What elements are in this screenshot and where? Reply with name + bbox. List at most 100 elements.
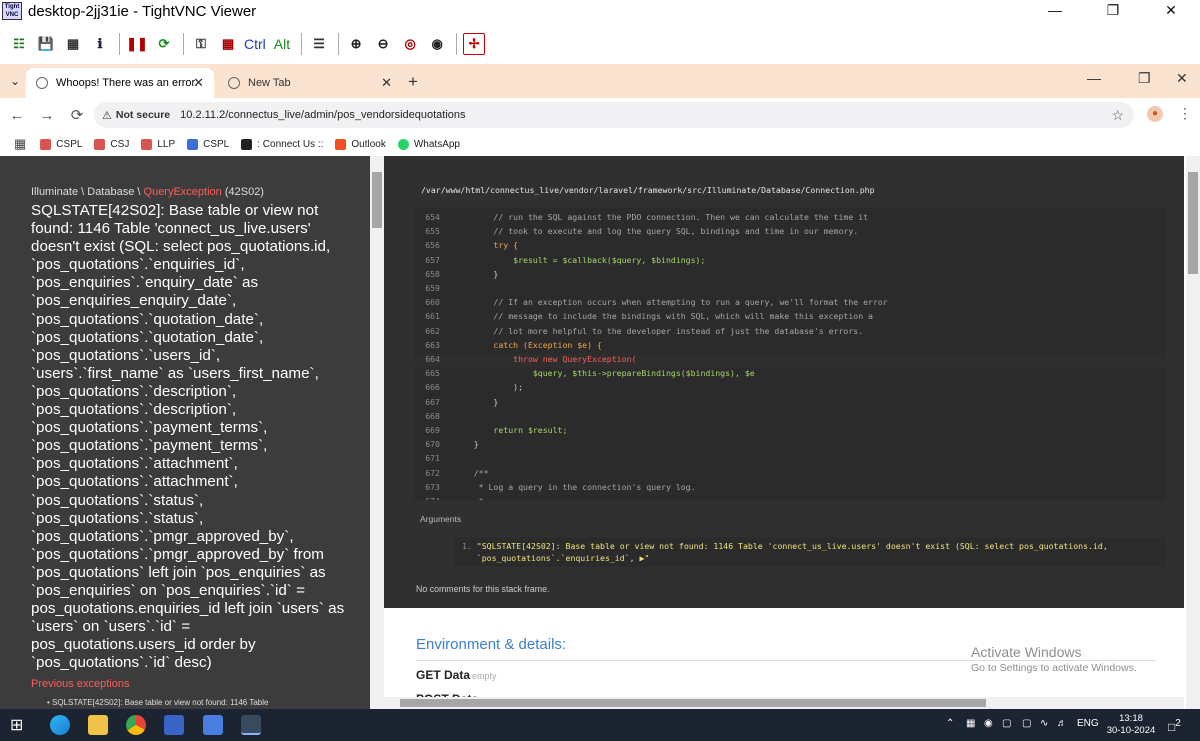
pause-icon[interactable]: ❚❚ <box>126 33 148 55</box>
no-comments-text: No comments for this stack frame. <box>416 584 550 594</box>
store-icon[interactable] <box>164 715 184 735</box>
line-number: 659 <box>425 283 440 293</box>
chrome-icon[interactable] <box>126 715 146 735</box>
options-icon[interactable]: ▦ <box>62 33 84 55</box>
arguments-label: Arguments <box>420 514 462 524</box>
code-text: } <box>454 439 479 450</box>
right-scrollbar[interactable] <box>1186 156 1200 709</box>
zoom-out-icon[interactable]: ⊖ <box>372 33 394 55</box>
browser-minimize-button[interactable]: — <box>1087 70 1101 86</box>
profile-avatar-icon[interactable]: ● <box>1147 106 1163 122</box>
close-tab-icon[interactable]: ✕ <box>381 75 392 91</box>
code-line: 669 return $result; <box>414 425 1166 439</box>
wifi-icon[interactable]: ∿ <box>1040 718 1048 729</box>
code-line: 666 ); <box>414 382 1166 396</box>
line-number: 662 <box>425 325 440 336</box>
code-line: 660 // If an exception occurs when attem… <box>414 297 1166 311</box>
address-bar-row: ← → ⟳ ⚠ Not secure 10.2.11.2/connectus_l… <box>0 98 1200 132</box>
code-text: // run the SQL against the PDO connectio… <box>454 212 869 222</box>
line-number: 670 <box>425 439 440 450</box>
notifications-icon[interactable]: □2 <box>1168 718 1181 734</box>
tray-app-icon[interactable]: ▢ <box>1002 718 1011 729</box>
windows-start-icon[interactable]: ⊞ <box>10 715 30 735</box>
file-explorer-icon[interactable] <box>88 715 108 735</box>
zoom-fit-icon[interactable]: ◉ <box>426 33 448 55</box>
menu-kebab-icon[interactable]: ⋮ <box>1178 105 1192 122</box>
url-text[interactable]: 10.2.11.2/connectus_live/admin/pos_vendo… <box>180 109 465 121</box>
refresh-icon[interactable]: ⟳ <box>153 33 175 55</box>
language-indicator[interactable]: ENG <box>1077 718 1099 729</box>
browser-close-button[interactable]: ✕ <box>1176 70 1188 87</box>
new-connection-icon[interactable]: ☷ <box>8 33 30 55</box>
tray-app-icon[interactable]: ◉ <box>984 718 993 729</box>
code-line: 661 // message to include the bindings w… <box>414 311 1166 325</box>
code-text: * Log a query in the connection's query … <box>454 481 696 492</box>
bookmark-favicon-icon <box>94 138 106 150</box>
bookmark-item[interactable]: : Connect Us :: <box>241 138 323 150</box>
code-block: 654 // run the SQL against the PDO conne… <box>414 208 1166 500</box>
code-text: // message to include the bindings with … <box>454 311 873 322</box>
chrome-active-icon[interactable] <box>241 715 261 735</box>
back-icon[interactable]: ← <box>4 107 30 124</box>
horizontal-scrollbar[interactable] <box>384 697 1184 709</box>
reload-icon[interactable]: ⟳ <box>64 106 90 124</box>
exception-class: QueryException <box>143 186 222 198</box>
tab-label: Whoops! There was an error. <box>56 77 198 89</box>
line-number: 667 <box>425 396 440 407</box>
new-tab-button[interactable]: + <box>408 72 418 92</box>
info-icon[interactable]: ℹ <box>89 33 111 55</box>
tab-error[interactable]: Whoops! There was an error. ✕ <box>26 68 214 98</box>
bookmark-item[interactable]: Outlook <box>335 138 386 150</box>
ctrl-key-button[interactable]: Ctrl <box>244 36 266 52</box>
bookmark-item[interactable]: WhatsApp <box>397 138 460 150</box>
forward-icon[interactable]: → <box>34 107 60 124</box>
code-text: $query, $this->prepareBindings($bindings… <box>454 368 755 379</box>
save-icon[interactable]: 💾 <box>35 33 57 55</box>
alt-key-button[interactable]: Alt <box>274 36 290 52</box>
code-line: 665 $query, $this->prepareBindings($bind… <box>414 368 1166 382</box>
edge-icon[interactable] <box>50 715 70 735</box>
code-text: // If an exception occurs when attemptin… <box>454 297 888 308</box>
bookmark-item[interactable]: LLP <box>141 138 175 150</box>
network-icon[interactable]: ▢ <box>1022 718 1031 729</box>
clipboard-icon[interactable]: ☰ <box>308 33 330 55</box>
previous-exceptions-link[interactable]: Previous exceptions <box>31 678 370 690</box>
line-number: 665 <box>425 368 440 379</box>
omnibox[interactable]: ⚠ Not secure 10.2.11.2/connectus_live/ad… <box>94 102 1134 128</box>
taskbar-clock[interactable]: 13:18 30-10-2024 <box>1106 713 1156 737</box>
line-number: 660 <box>425 297 440 308</box>
tab-search-chevron-icon[interactable]: ⌄ <box>10 74 20 88</box>
previous-exception-item[interactable]: • SQLSTATE[42S02]: Base table or view no… <box>47 698 370 707</box>
zoom-in-icon[interactable]: ⊕ <box>345 33 367 55</box>
minimize-button[interactable]: — <box>1026 0 1084 22</box>
code-text: * <box>454 496 484 500</box>
code-text: return $result; <box>454 425 568 435</box>
close-tab-icon[interactable]: ✕ <box>193 75 204 91</box>
maximize-button[interactable]: ❐ <box>1084 0 1142 22</box>
not-secure-badge[interactable]: Not secure <box>116 109 170 121</box>
code-panel: /var/www/html/connectus_live/vendor/lara… <box>384 156 1184 608</box>
bookmark-item[interactable]: CSPL <box>40 138 82 150</box>
zoom-100-icon[interactable]: ◎ <box>399 33 421 55</box>
ctrl-alt-del-icon[interactable]: ▦ <box>217 33 239 55</box>
tightvnc-tray-icon[interactable]: ▦ <box>966 718 975 729</box>
apps-grid-icon[interactable]: ▦ <box>14 136 26 152</box>
bookmark-item[interactable]: CSJ <box>94 138 129 150</box>
tab-new-tab[interactable]: New Tab ✕ <box>218 68 402 98</box>
bookmark-star-icon[interactable]: ☆ <box>1111 107 1124 124</box>
fullscreen-icon[interactable]: ✢ <box>463 33 486 55</box>
argument-expand-toggle[interactable]: `pos_quotations`.`enquiries_id`, ▶" <box>472 553 650 563</box>
bookmark-favicon-icon <box>40 138 52 150</box>
left-scrollbar[interactable] <box>370 156 384 709</box>
keys-icon[interactable]: ⚿ <box>190 33 212 55</box>
code-line: 662 // lot more helpful to the developer… <box>414 326 1166 340</box>
code-line: 671 <box>414 453 1166 467</box>
line-number: 655 <box>425 226 440 237</box>
close-window-button[interactable]: ✕ <box>1142 0 1200 22</box>
line-number: 664 <box>425 354 440 364</box>
mail-icon[interactable] <box>203 715 223 735</box>
volume-icon[interactable]: ♬ <box>1057 718 1067 729</box>
browser-restore-button[interactable]: ❐ <box>1138 70 1151 87</box>
tray-chevron-icon[interactable]: ⌃ <box>946 718 954 729</box>
bookmark-item[interactable]: CSPL <box>187 138 229 150</box>
